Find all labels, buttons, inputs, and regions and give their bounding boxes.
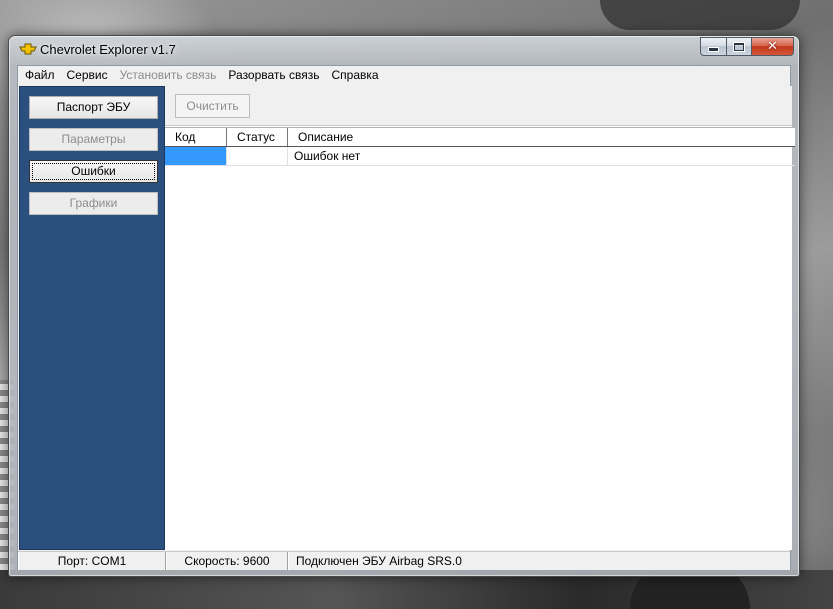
- desktop-wallpaper-shape: [600, 0, 800, 30]
- caption-buttons: ✕: [700, 37, 794, 56]
- window-title: Chevrolet Explorer v1.7: [40, 42, 176, 57]
- close-button[interactable]: ✕: [751, 37, 794, 56]
- main-panel: Очистить Код Статус Описание Ошибок нет: [165, 86, 795, 550]
- menu-connect[interactable]: Установить связь: [114, 66, 223, 85]
- column-header-code[interactable]: Код: [165, 128, 227, 146]
- parameters-button[interactable]: Параметры: [29, 128, 158, 151]
- sidebar: Паспорт ЭБУ Параметры Ошибки Графики: [19, 86, 165, 550]
- status-connection: Подключен ЭБУ Airbag SRS.0: [288, 552, 790, 570]
- menu-disconnect[interactable]: Разорвать связь: [222, 66, 325, 85]
- cell-status[interactable]: [227, 147, 288, 165]
- close-icon: ✕: [767, 39, 778, 54]
- client-area: Файл Сервис Установить связь Разорвать с…: [17, 65, 795, 570]
- cell-description[interactable]: Ошибок нет: [288, 147, 795, 165]
- column-header-status[interactable]: Статус: [227, 128, 288, 146]
- status-bar: Порт: COM1 Скорость: 9600 Подключен ЭБУ …: [18, 551, 790, 570]
- minimize-icon: [709, 48, 718, 51]
- column-header-description[interactable]: Описание: [288, 128, 795, 146]
- table-header: Код Статус Описание: [165, 127, 795, 147]
- minimize-button[interactable]: [700, 37, 726, 56]
- app-window: Chevrolet Explorer v1.7 ✕ Файл Сервис Ус…: [8, 35, 800, 577]
- table-row[interactable]: Ошибок нет: [165, 147, 795, 166]
- menu-bar: Файл Сервис Установить связь Разорвать с…: [18, 66, 790, 85]
- errors-button[interactable]: Ошибки: [29, 160, 158, 183]
- menu-help[interactable]: Справка: [326, 66, 385, 85]
- chevrolet-bowtie-icon: [19, 43, 37, 55]
- menu-file[interactable]: Файл: [19, 66, 61, 85]
- toolbar: Очистить: [165, 86, 792, 126]
- graphs-button[interactable]: Графики: [29, 192, 158, 215]
- ecu-passport-button[interactable]: Паспорт ЭБУ: [29, 96, 158, 119]
- status-speed: Скорость: 9600: [166, 552, 288, 570]
- cell-code[interactable]: [165, 147, 227, 165]
- clear-button[interactable]: Очистить: [175, 94, 250, 118]
- focus-ring: [32, 163, 155, 180]
- status-port: Порт: COM1: [18, 552, 166, 570]
- maximize-icon: [734, 42, 744, 51]
- errors-table: Код Статус Описание Ошибок нет: [165, 127, 795, 166]
- maximize-button[interactable]: [726, 37, 751, 56]
- title-bar[interactable]: Chevrolet Explorer v1.7 ✕: [9, 36, 799, 63]
- menu-service[interactable]: Сервис: [61, 66, 114, 85]
